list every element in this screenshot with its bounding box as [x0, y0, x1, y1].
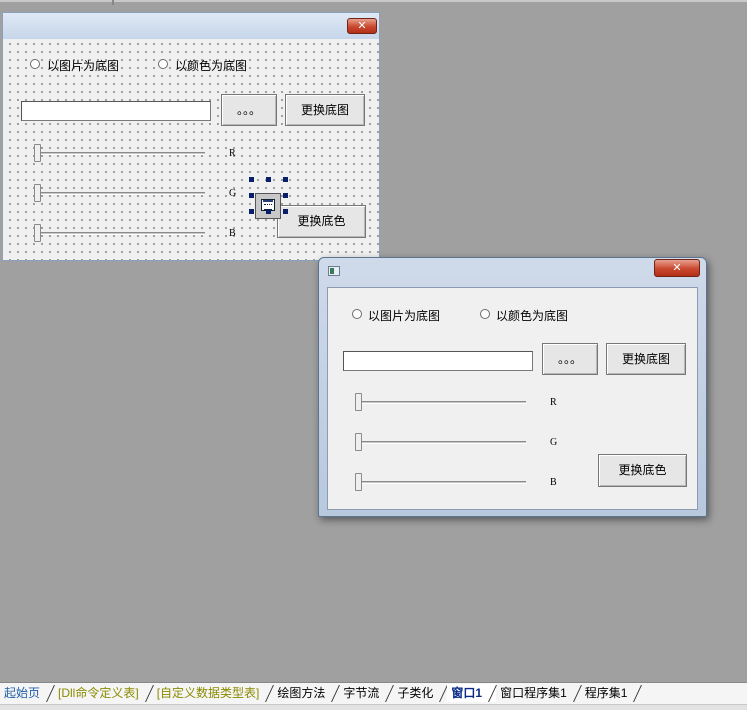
window-app-icon[interactable]	[328, 266, 340, 276]
selection-handle[interactable]	[249, 177, 254, 182]
runtime-window[interactable]: ✕ 以图片为底图 以颜色为底图 。。。 更换底图 R G B 更换底色	[318, 257, 707, 517]
tab-0[interactable]: 起始页	[0, 684, 54, 702]
tab-7[interactable]: 窗口程序集1	[496, 684, 581, 702]
runtime-window-client: 以图片为底图 以颜色为底图 。。。 更换底图 R G B 更换底色	[327, 287, 698, 510]
close-icon: ✕	[357, 20, 367, 32]
design-form[interactable]: ✕ 以图片为底图 以颜色为底图 。。。 更换底图 R G B 更换底色	[2, 12, 380, 261]
selection-handle[interactable]	[283, 193, 288, 198]
runtime-slider-b[interactable]	[355, 473, 362, 491]
runtime-slider-b-track	[358, 481, 526, 484]
runtime-browse-button[interactable]: 。。。	[542, 343, 598, 375]
design-radio-picture-label: 以图片为底图	[47, 59, 120, 73]
runtime-slider-r[interactable]	[355, 393, 362, 411]
design-radio-color-label: 以颜色为底图	[175, 59, 248, 73]
runtime-close-button[interactable]: ✕	[654, 259, 700, 277]
top-border	[0, 0, 747, 5]
tab-2[interactable]: [自定义数据类型表]	[153, 684, 274, 702]
design-radio-picture[interactable]	[30, 59, 40, 69]
runtime-slider-g-label: G	[550, 437, 558, 448]
design-slider-b-label: B	[229, 228, 236, 239]
runtime-radio-color-label: 以颜色为底图	[496, 307, 569, 324]
runtime-slider-g[interactable]	[355, 433, 362, 451]
selection-handle[interactable]	[266, 177, 271, 182]
runtime-radio-picture-label: 以图片为底图	[368, 307, 441, 324]
design-slider-b[interactable]	[34, 224, 41, 242]
runtime-slider-b-label: B	[550, 477, 557, 488]
tab-1[interactable]: [Dll命令定义表]	[54, 684, 153, 702]
selection-handle[interactable]	[249, 209, 254, 214]
design-slider-r-label: R	[229, 148, 236, 159]
design-slider-g-track	[37, 192, 205, 195]
close-icon: ✕	[672, 262, 682, 274]
selection-handle[interactable]	[249, 193, 254, 198]
design-form-titlebar[interactable]: ✕	[3, 13, 379, 39]
runtime-change-image-button[interactable]: 更换底图	[606, 343, 686, 375]
selection-handle[interactable]	[283, 177, 288, 182]
design-image-path-input[interactable]	[21, 101, 211, 121]
design-browse-button[interactable]: 。。。	[221, 94, 277, 126]
design-radio-color[interactable]	[158, 59, 168, 69]
tab-row: 起始页 [Dll命令定义表] [自定义数据类型表] 绘图方法 字节流 子类化 窗口1 窗口程序…	[0, 684, 641, 702]
horizontal-scrollbar[interactable]	[0, 704, 747, 710]
selection-handle[interactable]	[266, 209, 271, 214]
design-slider-g-label: G	[229, 188, 237, 199]
runtime-radio-color[interactable]	[480, 309, 490, 319]
tab-5[interactable]: 子类化	[393, 684, 447, 702]
top-border-mark	[112, 0, 114, 5]
design-change-image-button[interactable]: 更换底图	[285, 94, 365, 126]
tab-6[interactable]: 窗口1	[447, 684, 497, 702]
design-change-color-button[interactable]: 更换底色	[277, 205, 366, 238]
runtime-change-color-button[interactable]: 更换底色	[598, 454, 687, 487]
tab-8[interactable]: 程序集1	[581, 684, 642, 702]
design-slider-r[interactable]	[34, 144, 41, 162]
runtime-image-path-input[interactable]	[343, 351, 533, 371]
design-slider-r-track	[37, 152, 205, 155]
design-close-button[interactable]: ✕	[347, 18, 377, 34]
design-slider-g[interactable]	[34, 184, 41, 202]
runtime-radio-picture[interactable]	[352, 309, 362, 319]
runtime-slider-g-track	[358, 441, 526, 444]
timer-control[interactable]	[255, 193, 281, 219]
tab-3[interactable]: 绘图方法	[273, 684, 339, 702]
ide-workspace: { "design_form": { "close_glyph": "✕", "…	[0, 0, 747, 710]
document-tab-bar: 起始页 [Dll命令定义表] [自定义数据类型表] 绘图方法 字节流 子类化 窗口1 窗口程序…	[0, 682, 747, 710]
runtime-slider-r-label: R	[550, 397, 557, 408]
runtime-slider-r-track	[358, 401, 526, 404]
design-slider-b-track	[37, 232, 205, 235]
selection-handle[interactable]	[283, 209, 288, 214]
tab-4[interactable]: 字节流	[339, 684, 393, 702]
